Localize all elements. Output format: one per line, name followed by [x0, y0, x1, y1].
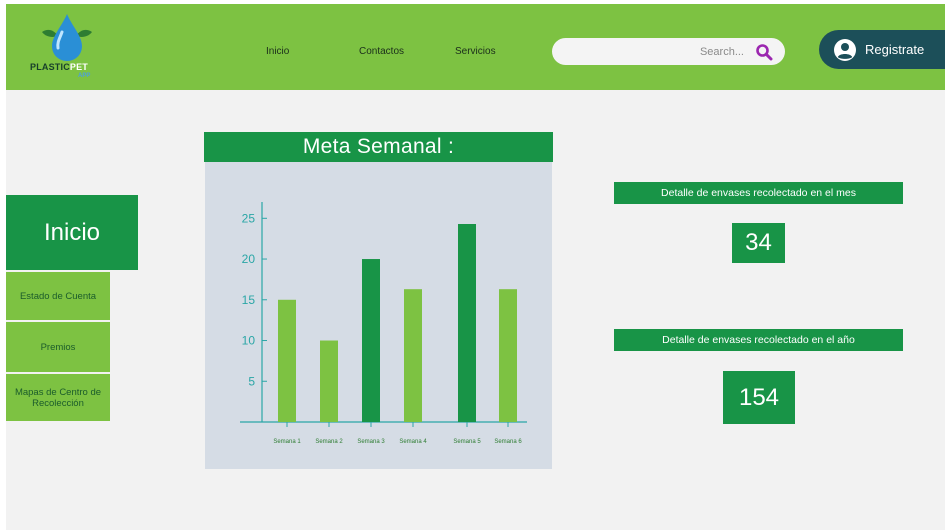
y-tick-label: 20	[242, 252, 256, 266]
yearly-containers-title: Detalle de envases recolectado en el año	[614, 329, 903, 351]
x-tick-label: Semana 3	[357, 439, 385, 445]
y-tick-label: 25	[242, 211, 256, 225]
x-tick-label: Semana 2	[315, 439, 343, 445]
nav-link-home[interactable]: Inicio	[266, 46, 289, 57]
sidebar-item-prizes[interactable]: Premios	[6, 322, 110, 372]
user-icon	[834, 39, 856, 61]
sidebar-item-collection-center-maps[interactable]: Mapas de Centro de Recolección	[6, 374, 110, 421]
register-label: Registrate	[865, 42, 925, 57]
bar	[499, 289, 517, 422]
search-input[interactable]	[566, 42, 744, 61]
top-navigation-bar: PLASTICPET APP Inicio Contactos Servicio…	[6, 4, 945, 90]
bar	[404, 289, 422, 422]
sidebar-item-inicio[interactable]: Inicio	[6, 195, 138, 270]
brand-subtitle: APP	[78, 73, 91, 79]
y-tick-label: 15	[242, 293, 256, 307]
bar	[458, 224, 476, 422]
x-tick-label: Semana 5	[453, 439, 481, 445]
sidebar-item-account-status[interactable]: Estado de Cuenta	[6, 272, 110, 320]
register-button[interactable]: Registrate	[819, 30, 945, 69]
bar-chart: 5 10 15 20 25 Semana 1 Semana 2 Semana 3 Semana …	[240, 202, 527, 445]
x-tick-label: Semana 1	[273, 439, 301, 445]
weekly-goal-chart: 5 10 15 20 25 Semana 1 Semana 2 Semana 3 Semana …	[205, 162, 552, 469]
x-tick-label: Semana 6	[494, 439, 522, 445]
x-tick-label: Semana 4	[399, 439, 427, 445]
y-tick-label: 5	[248, 374, 255, 388]
search-icon[interactable]	[755, 43, 773, 61]
app-frame: PLASTICPET APP Inicio Contactos Servicio…	[6, 4, 945, 530]
brand-name: PLASTICPET	[30, 62, 89, 72]
water-drop-icon	[42, 14, 92, 61]
bar	[320, 340, 338, 422]
chart-title: Meta Semanal :	[204, 132, 553, 162]
nav-link-contacts[interactable]: Contactos	[359, 46, 404, 57]
monthly-containers-value: 34	[732, 223, 785, 263]
search-bar	[552, 38, 785, 65]
nav-link-services[interactable]: Servicios	[455, 46, 496, 57]
yearly-containers-value: 154	[723, 371, 795, 424]
monthly-containers-title: Detalle de envases recolectado en el mes	[614, 182, 903, 204]
bar	[278, 299, 296, 422]
y-tick-label: 10	[242, 334, 256, 348]
brand-logo[interactable]: PLASTICPET APP	[30, 12, 112, 80]
bar	[362, 259, 380, 422]
